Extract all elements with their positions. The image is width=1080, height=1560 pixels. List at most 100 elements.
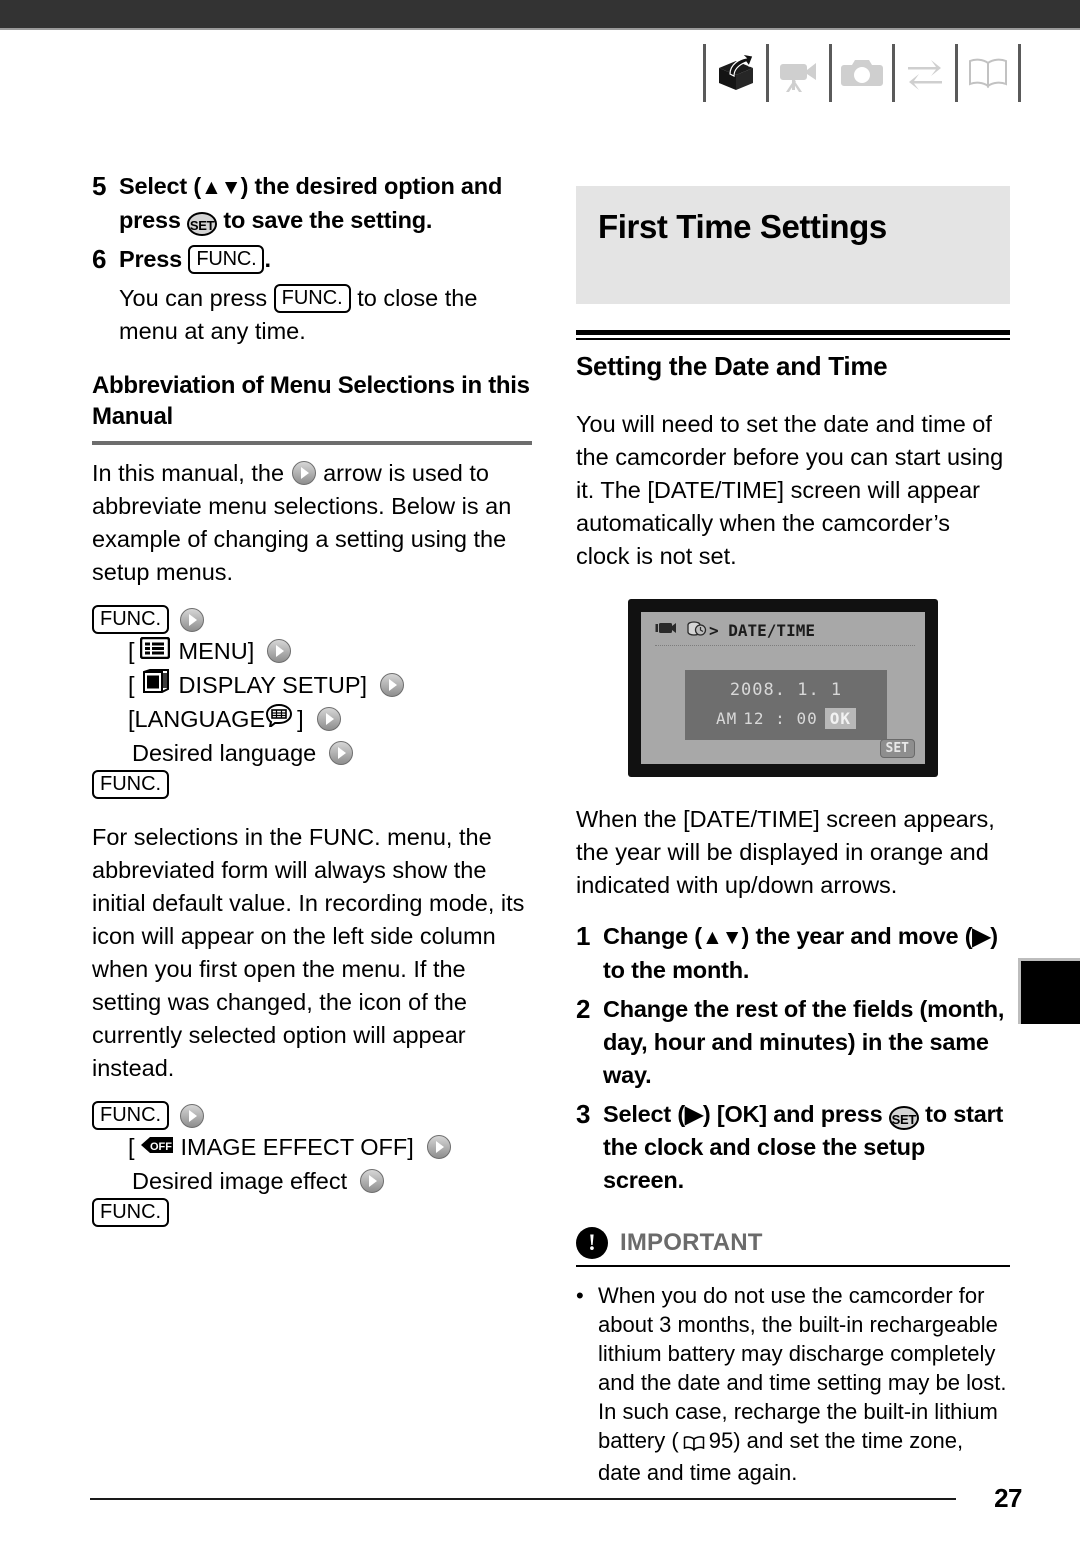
exclamation-icon: ! (576, 1227, 608, 1259)
flow-row-start: FUNC. (92, 605, 532, 634)
right-step-2-number: 2 (576, 994, 591, 1024)
flow2-row-end: FUNC. (92, 1198, 532, 1227)
lcd-screen-illustration: > DATE/TIME 2008. 1. 1 AM 12 : 00 OK SET (628, 599, 938, 777)
lcd-ampm-value[interactable]: AM (716, 709, 737, 728)
bullet-glyph: • (576, 1283, 584, 1308)
right-column: First Time Settings Setting the Date and… (576, 186, 1010, 1487)
step-5-text-part3: to save the setting. (217, 207, 433, 233)
footer-rule (90, 1497, 957, 1500)
right-step-1-text: Change (▲▼) the year and move (▶) to the… (603, 920, 1010, 987)
icon-divider (1018, 44, 1021, 102)
arrow-badge-icon (316, 706, 342, 732)
func-menu-paragraph: For selections in the FUNC. menu, the ab… (92, 824, 525, 1081)
menu-list-icon (139, 634, 170, 668)
arrow-badge-icon (266, 638, 292, 664)
step-6-note: You can press FUNC. to close the menu at… (119, 282, 532, 348)
page-number: 27 (994, 1483, 1022, 1513)
flow-row-desired-language: Desired language (92, 736, 532, 770)
intro-part1: In this manual, the (92, 460, 291, 486)
flow1-row3-text: Desired language (132, 740, 317, 766)
important-rule (576, 1265, 1010, 1267)
flow-row-end: FUNC. (92, 770, 532, 799)
step-6-text: Press FUNC.. (119, 243, 271, 276)
abbreviation-intro-paragraph: In this manual, the arrow is used to abb… (92, 457, 532, 589)
after-lcd-paragraph: When the [DATE/TIME] screen appears, the… (576, 806, 995, 898)
chapter-banner: First Time Settings (576, 186, 1010, 304)
right-step-1-part2: ) the year and move ( (741, 923, 973, 949)
right-step-2: 2 Change the rest of the fields (month, … (576, 993, 1010, 1092)
right-step-3-text: Select (▶) [OK] and press SET to start t… (603, 1098, 1010, 1197)
important-bullet-text: When you do not use the camcorder for ab… (598, 1281, 1010, 1487)
right-arrow-glyph: ▶ (685, 1101, 703, 1127)
exchange-arrows-icon[interactable] (896, 44, 954, 102)
right-step-3: 3 Select (▶) [OK] and press SET to start… (576, 1098, 1010, 1197)
lcd-ok-button[interactable]: OK (824, 708, 856, 729)
func-button-chip-flow2-end[interactable]: FUNC. (92, 1198, 170, 1227)
flow1-row0-text: MENU] (178, 638, 255, 664)
right-step-3-part2: ) [OK] and press (702, 1101, 889, 1127)
flow2-row-image-effect: [ OFF IMAGE EFFECT OFF] (92, 1130, 532, 1164)
func-button-chip-note[interactable]: FUNC. (273, 284, 351, 313)
flow1-row2-text: ] (297, 706, 304, 732)
icon-divider (829, 44, 832, 102)
camcorder-icon[interactable] (770, 44, 828, 102)
lcd-date-value[interactable]: 2008. 1. 1 (685, 670, 887, 700)
lcd-camcorder-icon (655, 621, 677, 640)
arrow-badge-icon (426, 1134, 452, 1160)
step-6: 6 Press FUNC.. (92, 243, 532, 276)
step-6-text-part2: . (264, 246, 271, 272)
important-page-reference[interactable]: 95 (709, 1428, 733, 1453)
arrow-badge-icon (291, 460, 317, 486)
left-column: 5 Select (▲▼) the desired option and pre… (92, 170, 532, 1227)
double-rule (576, 330, 1010, 340)
lcd-time-row: AM 12 : 00 OK (685, 708, 887, 729)
arrow-badge-icon (379, 672, 405, 698)
svg-text:OFF: OFF (150, 1141, 172, 1153)
lcd-set-button[interactable]: SET (879, 739, 915, 758)
abbreviation-section-title: Abbreviation of Menu Selections in this … (92, 372, 530, 430)
func-button-chip[interactable]: FUNC. (188, 245, 265, 274)
chapter-icon-strip (702, 42, 1022, 104)
important-bullet-item: • When you do not use the camcorder for … (576, 1281, 1010, 1487)
right-step-3-part1: Select ( (603, 1101, 685, 1127)
photo-camera-icon[interactable] (833, 44, 891, 102)
set-button-chip[interactable]: SET (888, 1106, 919, 1130)
lcd-time-value[interactable]: 12 : 00 (743, 709, 817, 728)
flow2-row1-text: Desired image effect (132, 1168, 348, 1194)
arrow-badge-icon (359, 1168, 385, 1194)
step-5-text: Select (▲▼) the desired option and press… (119, 170, 532, 237)
arrow-badge-icon (179, 1103, 205, 1129)
important-header: ! IMPORTANT (576, 1227, 1010, 1259)
set-button-chip[interactable]: SET (187, 212, 218, 236)
flow-row-language: [LANGUAGE ] (92, 702, 532, 736)
step-5-text-part1: Select ( (119, 173, 201, 199)
lcd-screen: > DATE/TIME 2008. 1. 1 AM 12 : 00 OK SET (641, 612, 925, 764)
right-arrow-glyph: ▶ (972, 923, 991, 949)
icon-divider (703, 44, 706, 102)
icon-divider (766, 44, 769, 102)
step-5: 5 Select (▲▼) the desired option and pre… (92, 170, 532, 237)
menu-flow-image-effect: FUNC. [ OFF IMAGE EFFECT OFF] Desired im… (92, 1101, 532, 1227)
func-button-chip-flow1-end[interactable]: FUNC. (92, 770, 170, 799)
lcd-datetime-panel: 2008. 1. 1 AM 12 : 00 OK (685, 670, 887, 740)
func-button-chip-flow2-start[interactable]: FUNC. (92, 1101, 170, 1130)
chapter-edge-tab (1018, 958, 1080, 1024)
unpacking-box-icon[interactable] (707, 44, 765, 102)
flow2-row0-text: IMAGE EFFECT OFF] (180, 1134, 414, 1160)
book-reference-icon (683, 1429, 705, 1458)
flow1-row1-text: DISPLAY SETUP] (178, 672, 368, 698)
important-label: IMPORTANT (620, 1229, 763, 1256)
open-book-icon[interactable] (959, 44, 1017, 102)
lcd-divider (655, 645, 915, 646)
icon-divider (892, 44, 895, 102)
date-time-intro-paragraph: You will need to set the date and time o… (576, 411, 1004, 569)
section-rule (92, 441, 532, 445)
lcd-datetime-clock-icon (687, 620, 707, 641)
func-button-chip-flow1-start[interactable]: FUNC. (92, 605, 170, 634)
step-5-number: 5 (92, 171, 107, 201)
right-step-1: 1 Change (▲▼) the year and move (▶) to t… (576, 920, 1010, 987)
display-monitor-icon (140, 668, 170, 702)
up-down-arrows-glyph: ▲▼ (701, 926, 743, 949)
right-step-1-part1: Change ( (603, 923, 702, 949)
section-heading: Setting the Date and Time (576, 351, 888, 381)
